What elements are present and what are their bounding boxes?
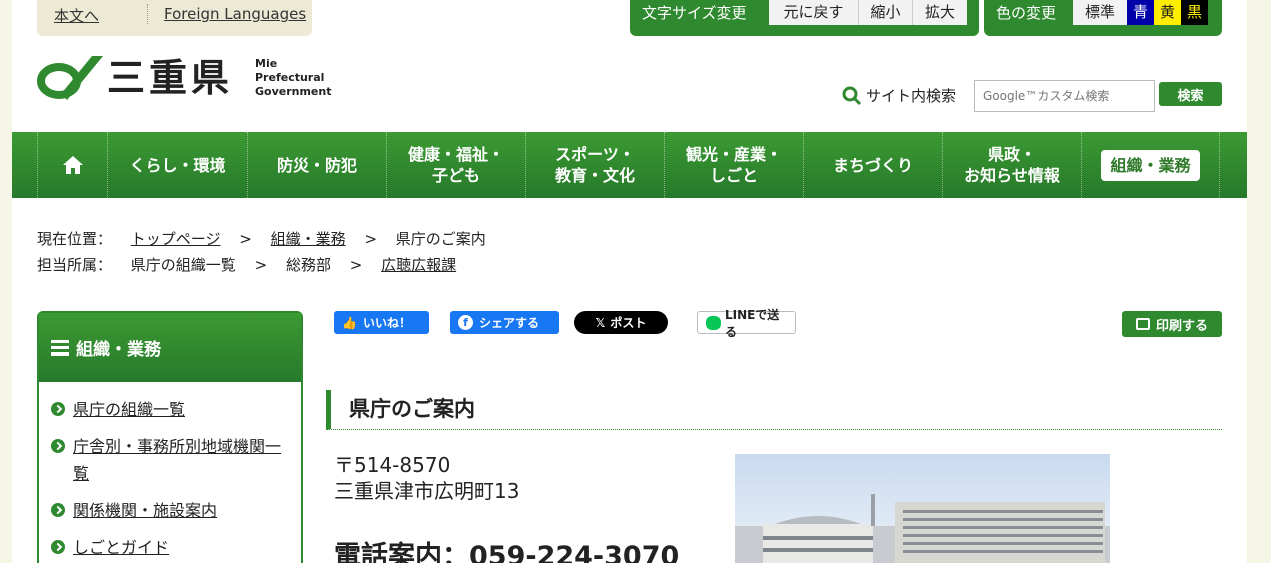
x-icon: 𝕏: [595, 315, 606, 330]
site-logo[interactable]: 三重県 Mie Prefectural Government: [37, 52, 337, 108]
line-share-button[interactable]: LINEで送る: [697, 308, 796, 339]
dept-kouhou-link[interactable]: 広聴広報課: [381, 256, 456, 274]
nav-sports[interactable]: スポーツ・ 教育・文化: [525, 132, 664, 198]
color-black-button[interactable]: 黒: [1181, 0, 1208, 25]
nav-home[interactable]: [37, 132, 107, 198]
sidebar-list: 県庁の組織一覧 庁舎別・事務所別地域機関一覧 関係機関・施設案内 しごとガイド: [39, 382, 301, 561]
x-post-button[interactable]: 𝕏 ポスト: [574, 311, 668, 334]
menu-icon: [51, 339, 69, 356]
logo-japanese: 三重県: [107, 56, 234, 100]
phone-info: 電話案内：059-224-3070: [334, 541, 680, 563]
sidebar: 組織・業務 県庁の組織一覧 庁舎別・事務所別地域機関一覧 関係機関・施設案内 し…: [37, 311, 303, 563]
address: 三重県津市広明町13: [334, 479, 520, 503]
sidebar-header: 組織・業務: [39, 313, 301, 382]
skip-links: 本文へ Foreign Languages: [37, 0, 312, 36]
breadcrumb: 現在位置： トップページ > 組織・業務 > 県庁のご案内 担当所属： 県庁の組…: [37, 226, 500, 278]
chevron-right-icon: [51, 503, 65, 517]
font-larger-button[interactable]: 拡大: [913, 0, 967, 25]
page: 本文へ Foreign Languages 文字サイズ変更 元に戻す 縮小 拡大…: [12, 0, 1247, 563]
skip-to-content-link[interactable]: 本文へ: [54, 5, 99, 26]
font-reset-button[interactable]: 元に戻す: [769, 0, 859, 25]
color-change-control: 色の変更 標準 青 黄 黒: [984, 0, 1222, 36]
printer-icon: [1135, 318, 1150, 330]
address-block: 〒514-8570 三重県津市広明町13: [334, 452, 519, 504]
prefectural-office-photo: [735, 454, 1110, 563]
breadcrumb-location: 現在位置： トップページ > 組織・業務 > 県庁のご案内: [37, 230, 486, 248]
postal-code: 〒514-8570: [334, 453, 451, 477]
search-label: サイト内検索: [866, 87, 957, 105]
line-icon: [706, 315, 721, 330]
color-change-label: 色の変更: [996, 4, 1057, 22]
nav-kenkou[interactable]: 健康・福祉・ 子ども: [386, 132, 525, 198]
chevron-right-icon: [51, 540, 65, 554]
chevron-right-icon: [51, 439, 65, 453]
search-button[interactable]: 検索: [1159, 82, 1222, 106]
search-icon: [842, 86, 862, 106]
crumb-org-link[interactable]: 組織・業務: [271, 230, 346, 248]
print-button[interactable]: 印刷する: [1122, 311, 1222, 337]
crumb-current: 県庁のご案内: [395, 230, 486, 248]
chevron-right-icon: [51, 402, 65, 416]
facebook-icon: f: [458, 315, 473, 330]
nav-kankou[interactable]: 観光・産業・ しごと: [664, 132, 803, 198]
nav-machizukuri[interactable]: まちづくり: [803, 132, 942, 198]
site-search: サイト内検索 検索: [842, 80, 1222, 112]
color-blue-button[interactable]: 青: [1127, 0, 1154, 25]
foreign-languages-link[interactable]: Foreign Languages: [164, 5, 306, 23]
sidebar-title: 組織・業務: [76, 340, 161, 360]
thumbs-up-icon: 👍: [342, 315, 357, 330]
home-icon: [62, 156, 83, 174]
color-yellow-button[interactable]: 黄: [1154, 0, 1181, 25]
sidebar-item-org-list[interactable]: 県庁の組織一覧: [51, 396, 289, 423]
color-standard-button[interactable]: 標準: [1073, 0, 1127, 25]
facebook-share-button[interactable]: f シェアする: [450, 311, 559, 334]
font-size-label: 文字サイズ変更: [642, 4, 747, 22]
nav-kensei[interactable]: 県政・ お知らせ情報: [942, 132, 1081, 198]
sidebar-item-regional-offices[interactable]: 庁舎別・事務所別地域機関一覧: [51, 433, 289, 487]
facebook-like-button[interactable]: 👍 いいね！: [334, 311, 429, 334]
search-input[interactable]: [974, 80, 1155, 112]
nav-bousai[interactable]: 防災・防犯: [247, 132, 386, 198]
logo-english: Mie Prefectural Government: [255, 57, 332, 98]
dept-soumu: 総務部: [285, 256, 331, 274]
breadcrumb-department: 担当所属： 県庁の組織一覧 > 総務部 > 広聴広報課: [37, 256, 457, 274]
dept-org-list: 県庁の組織一覧: [130, 256, 236, 274]
font-smaller-button[interactable]: 縮小: [859, 0, 913, 25]
crumb-top-link[interactable]: トップページ: [131, 230, 221, 248]
mie-emblem-icon: [37, 56, 103, 100]
page-title: 県庁のご案内: [326, 390, 1222, 430]
font-size-control: 文字サイズ変更 元に戻す 縮小 拡大: [630, 0, 979, 36]
sidebar-item-job-guide[interactable]: しごとガイド: [51, 534, 289, 561]
global-nav: くらし・環境 防災・防犯 健康・福祉・ 子ども スポーツ・ 教育・文化 観光・産…: [12, 132, 1247, 198]
sidebar-item-facilities[interactable]: 関係機関・施設案内: [51, 497, 289, 524]
building-image: [735, 494, 1110, 563]
nav-kurashi[interactable]: くらし・環境: [107, 132, 247, 198]
divider: [147, 4, 148, 24]
nav-soshiki[interactable]: 組織・業務: [1081, 132, 1220, 198]
